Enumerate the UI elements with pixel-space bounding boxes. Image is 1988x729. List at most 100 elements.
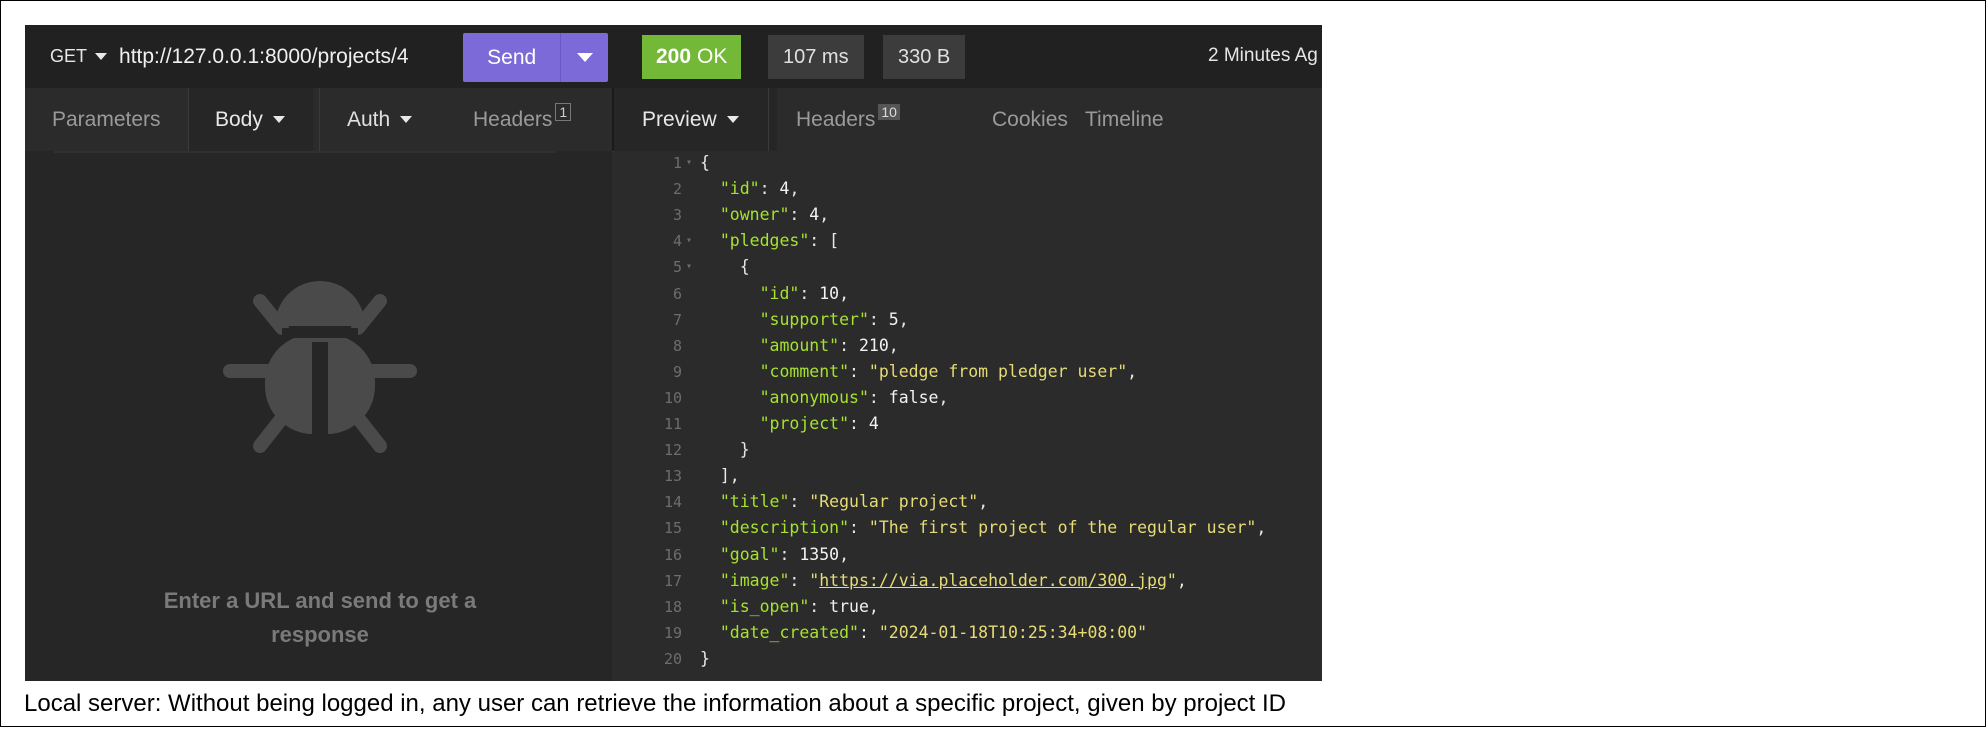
- top-bar: GET http://127.0.0.1:8000/projects/4 Sen…: [25, 25, 1322, 88]
- json-link[interactable]: https://via.placeholder.com/300.jpg: [819, 571, 1167, 590]
- line-number: 5: [672, 258, 682, 277]
- json-string: "pledge from pledger user": [868, 361, 1128, 381]
- tab-divider: [768, 88, 769, 151]
- tab-label: Parameters: [52, 107, 161, 131]
- code-line: 14 "title": "Regular project",: [614, 489, 1322, 515]
- insomnia-window: GET http://127.0.0.1:8000/projects/4 Sen…: [25, 25, 1322, 681]
- json-punctuation: ,: [1176, 570, 1187, 590]
- code-text: "id": 10,: [700, 281, 849, 307]
- divider: [54, 151, 556, 153]
- code-line: 3 "owner": 4,: [614, 202, 1322, 228]
- line-number: 11: [663, 415, 682, 433]
- line-number: 14: [663, 493, 682, 512]
- fold-toggle-icon[interactable]: ▾: [686, 150, 692, 176]
- code-line: 11 "project": 4: [614, 411, 1322, 437]
- json-punctuation: [700, 597, 720, 616]
- send-options-button[interactable]: [560, 33, 608, 82]
- send-button[interactable]: Send: [463, 46, 560, 70]
- code-text: "title": "Regular project",: [700, 489, 988, 515]
- code-line: 17 "image": "https://via.placeholder.com…: [614, 568, 1322, 594]
- json-punctuation: ,: [839, 283, 850, 303]
- tab-parameters[interactable]: Parameters: [52, 88, 161, 151]
- json-punctuation: [700, 414, 760, 433]
- json-key: "goal": [719, 544, 780, 564]
- line-number: 12: [663, 441, 682, 460]
- json-punctuation: [700, 205, 720, 224]
- json-punctuation: ,: [898, 309, 909, 329]
- tab-body[interactable]: Body: [188, 88, 313, 151]
- code-line: 15 "description": "The first project of …: [614, 515, 1322, 541]
- code-line: 1 ▾ {: [614, 150, 1322, 176]
- tab-label: Headers: [796, 107, 876, 131]
- tab-response-headers[interactable]: Headers 10: [796, 88, 900, 151]
- code-line: 13 ],: [614, 463, 1322, 489]
- request-body-panel: Enter a URL and send to get a response: [25, 151, 612, 681]
- json-punctuation: [700, 545, 720, 564]
- json-punctuation: [700, 388, 760, 407]
- json-key: "amount": [759, 335, 840, 355]
- fold-toggle-icon[interactable]: ▾: [686, 228, 692, 254]
- code-text: "project": 4: [700, 411, 879, 437]
- tab-request-headers[interactable]: Headers 1: [473, 88, 572, 151]
- code-text: {: [700, 150, 710, 176]
- json-punctuation: }: [700, 648, 710, 668]
- empty-state-message: Enter a URL and send to get a response: [163, 588, 477, 647]
- line-number: 9: [672, 362, 682, 381]
- tab-cookies[interactable]: Cookies: [992, 88, 1068, 151]
- tab-auth[interactable]: Auth: [347, 88, 413, 151]
- json-punctuation: ,: [978, 492, 989, 512]
- line-number: 2: [672, 180, 682, 199]
- code-line: 10 "anonymous": false,: [614, 385, 1322, 411]
- json-punctuation: ,: [1256, 518, 1267, 538]
- line-number: 20: [663, 649, 682, 668]
- code-line: 20}: [614, 646, 1322, 672]
- json-string: "2024-01-18T10:25:34+08:00": [878, 622, 1148, 642]
- method-dropdown[interactable]: GET: [50, 46, 108, 67]
- code-text: }: [700, 646, 710, 672]
- line-number: 16: [663, 545, 682, 564]
- json-value: 4: [779, 179, 790, 199]
- json-punctuation: [700, 571, 720, 590]
- url-input[interactable]: http://127.0.0.1:8000/projects/4: [119, 45, 409, 69]
- line-number: 10: [663, 388, 682, 407]
- json-string: ": [809, 570, 820, 590]
- json-punctuation: ,: [888, 335, 899, 355]
- status-code: 200: [656, 45, 692, 68]
- json-punctuation: ,: [938, 387, 949, 407]
- json-punctuation: :: [849, 361, 869, 381]
- code-text: }: [700, 437, 750, 463]
- code-text: "comment": "pledge from pledger user",: [700, 359, 1138, 385]
- code-text: "amount": 210,: [700, 333, 899, 359]
- tab-label: Body: [215, 107, 263, 131]
- tab-preview[interactable]: Preview: [614, 88, 777, 151]
- tab-label: Cookies: [992, 107, 1068, 131]
- status-text: OK: [697, 45, 728, 68]
- json-key: "title": [719, 492, 790, 512]
- json-punctuation: :: [779, 544, 800, 564]
- code-line: 2 "id": 4,: [614, 176, 1322, 202]
- json-punctuation: :: [789, 492, 810, 512]
- json-key: "image": [719, 570, 790, 590]
- figure-caption: Local server: Without being logged in, a…: [24, 690, 1287, 717]
- code-text: "supporter": 5,: [700, 307, 909, 333]
- json-value: 210: [858, 335, 889, 355]
- json-punctuation: {: [700, 153, 710, 172]
- tab-timeline[interactable]: Timeline: [1085, 88, 1164, 151]
- code-line: 8 "amount": 210,: [614, 333, 1322, 359]
- json-punctuation: :: [789, 205, 810, 225]
- json-key: "date_created": [719, 622, 859, 642]
- code-line: 9 "comment": "pledge from pledger user",: [614, 359, 1322, 385]
- json-punctuation: :: [789, 570, 810, 590]
- json-key: "comment": [759, 361, 850, 381]
- json-punctuation: :: [868, 309, 889, 329]
- response-age[interactable]: 2 Minutes Ag: [1208, 45, 1318, 67]
- code-text: "id": 4,: [700, 176, 800, 202]
- json-punctuation: :: [839, 335, 859, 355]
- json-key: "supporter": [759, 309, 869, 329]
- fold-toggle-icon[interactable]: ▾: [686, 254, 692, 280]
- json-punctuation: : [: [809, 231, 840, 251]
- json-value: false: [888, 387, 939, 407]
- json-value: 10: [819, 283, 840, 303]
- code-line: 12 }: [614, 437, 1322, 463]
- code-text: ],: [700, 463, 740, 489]
